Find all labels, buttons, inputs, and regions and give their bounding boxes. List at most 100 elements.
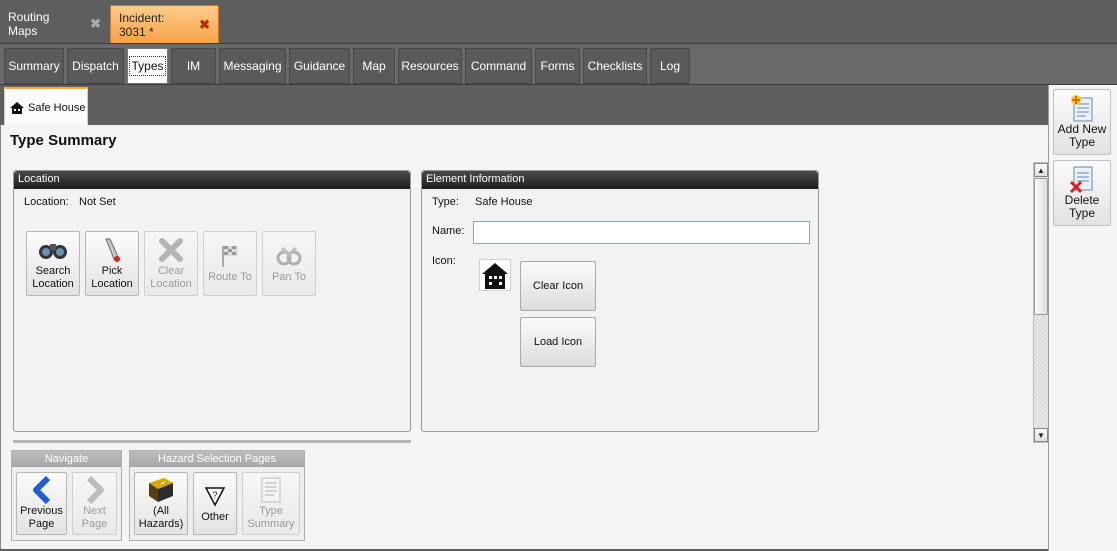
next-page-button[interactable]: Next Page xyxy=(72,472,117,535)
pick-location-button[interactable]: Pick Location xyxy=(85,231,139,296)
button-label: Pick xyxy=(101,264,123,277)
add-document-icon xyxy=(1071,95,1093,122)
button-label: Search xyxy=(35,264,71,277)
tab-routing-maps[interactable]: Routing Maps ✖ xyxy=(0,5,109,43)
previous-page-button[interactable]: Previous Page xyxy=(16,472,67,535)
button-label: Previous xyxy=(20,504,63,517)
tab-label: Messaging xyxy=(223,59,282,73)
pan-icon xyxy=(276,243,302,269)
tab-summary[interactable]: Summary xyxy=(4,48,64,84)
safe-house-icon xyxy=(479,259,511,291)
tab-command[interactable]: Command xyxy=(465,48,532,84)
route-to-button[interactable]: Route To xyxy=(203,231,257,296)
close-icon[interactable]: ✖ xyxy=(199,17,210,33)
tab-label: Forms xyxy=(540,59,575,73)
button-label: Next xyxy=(83,504,106,517)
document-tab-bar: Routing Maps ✖ Incident: 3031 * ✖ xyxy=(0,0,1117,44)
button-label: Location xyxy=(150,277,192,290)
location-label: Location: xyxy=(24,196,69,208)
tab-guidance[interactable]: Guidance xyxy=(289,48,350,84)
all-hazards-button[interactable]: (All Hazards) xyxy=(134,472,188,535)
button-label: Type xyxy=(259,504,283,517)
tab-label: Checklists xyxy=(587,59,643,73)
tab-resources[interactable]: Resources xyxy=(398,48,462,84)
button-label: Other xyxy=(201,511,229,523)
navigate-group: Navigate Previous Page Next Page xyxy=(11,450,122,541)
tab-label: IM xyxy=(186,59,201,73)
hazard-question-icon: ? xyxy=(204,483,226,509)
document-list-icon xyxy=(260,477,282,503)
tab-safe-house[interactable]: Safe House xyxy=(4,87,88,127)
tab-label: Routing Maps xyxy=(8,10,50,38)
tab-label: Command xyxy=(470,59,527,73)
module-tab-bar: Summary Dispatch Types IM Messaging Guid… xyxy=(0,44,1117,85)
navigate-group-header: Navigate xyxy=(12,451,121,467)
scroll-up-icon[interactable]: ▲ xyxy=(1034,163,1048,177)
clear-icon-button[interactable]: Clear Icon xyxy=(520,261,596,311)
button-label: Clear Icon xyxy=(532,280,584,292)
clear-location-button[interactable]: Clear Location xyxy=(144,231,198,296)
type-summary-content: Type Summary Location Location: Not Set … xyxy=(0,125,1049,549)
location-value: Not Set xyxy=(79,196,116,208)
close-icon[interactable]: ✖ xyxy=(90,16,101,32)
button-label: Load Icon xyxy=(533,336,583,348)
chevron-left-icon xyxy=(32,475,52,504)
button-label: Type xyxy=(1068,135,1095,149)
type-actions-panel: Add New Type Delete Type xyxy=(1048,85,1117,551)
tab-forms[interactable]: Forms xyxy=(535,48,580,84)
tab-label: Summary xyxy=(8,59,60,73)
type-label: Type: xyxy=(432,196,459,208)
button-label: Summary xyxy=(247,517,295,530)
pick-pen-icon xyxy=(100,237,124,263)
location-panel-header: Location xyxy=(14,171,410,189)
scroll-down-icon[interactable]: ▼ xyxy=(1034,428,1048,442)
sub-tab-bar: Safe House xyxy=(0,85,1048,127)
checkered-flag-icon xyxy=(219,243,241,269)
button-label: Page xyxy=(81,517,108,530)
button-label: Page xyxy=(28,517,55,530)
name-field[interactable] xyxy=(473,221,810,244)
location-panel: Location Location: Not Set Search Locati… xyxy=(13,170,411,432)
chevron-right-icon xyxy=(85,475,105,504)
tab-map[interactable]: Map xyxy=(353,48,395,84)
type-summary-button[interactable]: Type Summary xyxy=(242,472,300,535)
button-label: Route To xyxy=(208,271,252,283)
icon-label: Icon: xyxy=(432,255,456,267)
button-label: (All xyxy=(153,504,169,517)
button-label: Location xyxy=(91,277,133,290)
hazard-selection-group: Hazard Selection Pages (All Hazards) ? O… xyxy=(129,450,305,541)
button-label: Pan To xyxy=(271,271,307,283)
tab-log[interactable]: Log xyxy=(650,48,690,84)
other-hazard-button[interactable]: ? Other xyxy=(193,472,237,535)
tab-im[interactable]: IM xyxy=(171,48,216,84)
divider xyxy=(13,440,411,443)
load-icon-button[interactable]: Load Icon xyxy=(520,317,596,367)
delete-type-button[interactable]: Delete Type xyxy=(1053,160,1111,226)
button-label: Location xyxy=(32,277,74,290)
tab-label: Map xyxy=(362,59,386,73)
button-label: Clear xyxy=(157,264,185,277)
type-value: Safe House xyxy=(475,196,533,208)
svg-text:?: ? xyxy=(212,490,217,500)
scroll-thumb[interactable] xyxy=(1034,178,1048,315)
tab-messaging[interactable]: Messaging xyxy=(219,48,286,84)
page-title: Type Summary xyxy=(10,132,117,149)
tab-checklists[interactable]: Checklists xyxy=(583,48,647,84)
pan-to-button[interactable]: Pan To xyxy=(262,231,316,296)
button-label: Hazards) xyxy=(138,517,184,530)
search-location-button[interactable]: Search Location xyxy=(26,231,80,296)
tab-incident-3031[interactable]: Incident: 3031 * ✖ xyxy=(110,5,219,43)
tab-label: Dispatch xyxy=(72,59,119,73)
tab-dispatch[interactable]: Dispatch xyxy=(67,48,124,84)
binoculars-icon xyxy=(38,237,68,263)
element-panel-header: Element Information xyxy=(422,171,818,189)
book-icon xyxy=(146,477,176,503)
delete-document-icon xyxy=(1069,166,1093,194)
hazard-group-header: Hazard Selection Pages xyxy=(130,451,304,467)
tab-label: Types xyxy=(129,56,166,76)
tab-types[interactable]: Types xyxy=(127,48,168,84)
vertical-scrollbar[interactable]: ▲ ▼ xyxy=(1033,162,1049,443)
tab-label: Incident: 3031 * xyxy=(119,10,165,39)
name-label: Name: xyxy=(432,225,465,237)
add-new-type-button[interactable]: Add New Type xyxy=(1053,89,1111,155)
